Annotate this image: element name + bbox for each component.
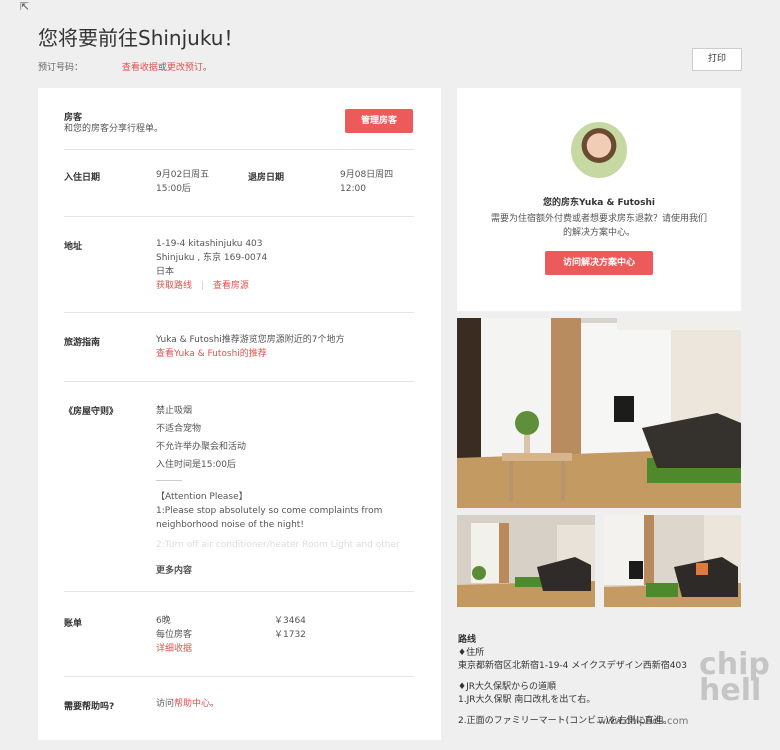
nights-text: 6晚 [156, 616, 171, 626]
guide-value: Yuka & Futoshi推荐游览您房源附近的7个地方 查看Yuka & Fu… [156, 333, 345, 361]
house-rules-section: 《房屋守则》 禁止吸烟 不适合宠物 不允许举办聚会和活动 入住时间是15:00后… [64, 382, 414, 592]
host-avatar [569, 120, 629, 180]
host-name: 您的房东Yuka & Futoshi [543, 198, 655, 208]
watermark-site: www.chiphell.com [598, 716, 689, 727]
address-label: 地址 [64, 242, 83, 252]
checkout-label: 退房日期 [248, 173, 285, 183]
host-text-line1: 需要为住宿额外付费或者想要求房东退款？请使用我们 [490, 214, 707, 224]
recommendations-link[interactable]: 查看Yuka & Futoshi的推荐 [156, 349, 267, 359]
address-line1: 1-19-4 kitashinjuku 403 [156, 239, 263, 249]
resolution-center-button[interactable]: 访问解决方案中心 [545, 251, 653, 275]
bill-amounts: ￥3464 ￥1732 [274, 614, 306, 642]
help-section: 需要帮助吗? 访问帮助中心。 [64, 677, 414, 727]
print-button[interactable]: 打印 [692, 48, 742, 71]
period-text: 。 [202, 63, 212, 73]
view-receipt-link[interactable]: 查看收据 [122, 63, 158, 73]
checkout-value: 9月08日周四 12:00 [340, 168, 393, 196]
itinerary-card: 房客 和您的房客分享行程单。 管理房客 入住日期 9月02日周五 15:00后 … [38, 88, 441, 740]
guide-label: 旅游指南 [64, 338, 101, 348]
help-center-link[interactable]: 帮助中心 [174, 699, 210, 709]
host-text: 需要为住宿额外付费或者想要求房东退款？请使用我们 的解决方案中心。 [457, 212, 741, 240]
attention-title: 【Attention Please】 [156, 492, 248, 502]
checkin-date: 9月02日周五 [156, 170, 210, 180]
route-heading: 路线 [458, 635, 477, 645]
rule-item: 禁止吸烟 [156, 406, 193, 416]
attention-line2: neighborhood noise of the night! [156, 520, 304, 530]
help-prefix: 访问 [156, 699, 175, 709]
more-content-link[interactable]: 更多内容 [156, 564, 192, 578]
nights-amount: ￥3464 [274, 616, 306, 626]
host-text-line2: 的解决方案中心。 [562, 228, 635, 238]
address-line2: Shinjuku , 东京 169-0074 [156, 253, 268, 263]
change-booking-link[interactable]: 更改预订 [167, 63, 203, 73]
address-section: 地址 1-19-4 kitashinjuku 403 Shinjuku , 东京… [64, 217, 414, 313]
help-suffix: 。 [210, 699, 220, 709]
rule-item: 不适合宠物 [156, 424, 202, 434]
bill-section: 账单 6晚 每位房客 详细收据 ￥3464 ￥1732 [64, 592, 414, 677]
dates-section: 入住日期 9月02日周五 15:00后 退房日期 9月08日周四 12:00 [64, 150, 414, 217]
per-guest-text: 每位房客 [156, 630, 193, 640]
attention-faded: 2:Turn off air conditioner/heater Room L… [156, 540, 400, 550]
booking-code-label: 预订号码： [38, 63, 84, 73]
per-guest-amount: ￥1732 [274, 630, 306, 640]
link-divider: | [200, 281, 204, 291]
checkin-label: 入住日期 [64, 173, 101, 183]
view-listing-link[interactable]: 查看房源 [213, 281, 249, 291]
manage-guests-button[interactable]: 管理房客 [345, 109, 413, 133]
bill-items: 6晚 每位房客 详细收据 [156, 614, 192, 656]
booking-code-line: 预订号码： 查看收据或更改预订。 [38, 60, 212, 73]
guests-desc: 和您的房客分享行程单。 [64, 124, 164, 134]
checkout-time: 12:00 [340, 184, 366, 194]
rule-item: 入住时间是15:00后 [156, 460, 236, 470]
watermark-logo: chip hell [699, 647, 770, 708]
listing-photo-thumb-1[interactable] [457, 515, 595, 607]
bill-label: 账单 [64, 619, 83, 629]
help-text: 访问帮助中心。 [156, 697, 219, 711]
listing-photo-thumb-2[interactable] [604, 515, 741, 607]
guide-section: 旅游指南 Yuka & Futoshi推荐游览您房源附近的7个地方 查看Yuka… [64, 313, 414, 382]
guests-section: 房客 和您的房客分享行程单。 管理房客 [64, 98, 414, 150]
attention-line1: 1:Please stop absolutely so come complai… [156, 506, 383, 516]
checkout-date: 9月08日周四 [340, 170, 394, 180]
checkin-time: 15:00后 [156, 184, 191, 194]
help-label: 需要帮助吗? [64, 702, 115, 712]
rule-item: 不允许举办聚会和活动 [156, 442, 247, 452]
receipt-details-link[interactable]: 详细收据 [156, 644, 192, 654]
rules-divider [156, 480, 182, 481]
page-title: 您将要前往Shinjuku！ [38, 26, 244, 50]
listing-photo-main[interactable] [457, 318, 741, 508]
guide-text: Yuka & Futoshi推荐游览您房源附近的7个地方 [156, 335, 345, 345]
address-value: 1-19-4 kitashinjuku 403 Shinjuku , 东京 16… [156, 237, 267, 293]
directions-link[interactable]: 获取路线 [156, 281, 192, 291]
mouse-cursor-icon: ⇱ [20, 0, 30, 13]
checkin-value: 9月02日周五 15:00后 [156, 168, 209, 196]
or-text: 或 [157, 63, 167, 73]
attention-block: 【Attention Please】 1:Please stop absolut… [156, 490, 400, 552]
house-rules-list: 禁止吸烟 不适合宠物 不允许举办聚会和活动 入住时间是15:00后 [156, 402, 246, 474]
host-card: 您的房东Yuka & Futoshi 需要为住宿额外付费或者想要求房东退款？请使… [457, 88, 741, 311]
house-rules-label: 《房屋守则》 [64, 407, 119, 417]
address-line3: 日本 [156, 267, 175, 277]
